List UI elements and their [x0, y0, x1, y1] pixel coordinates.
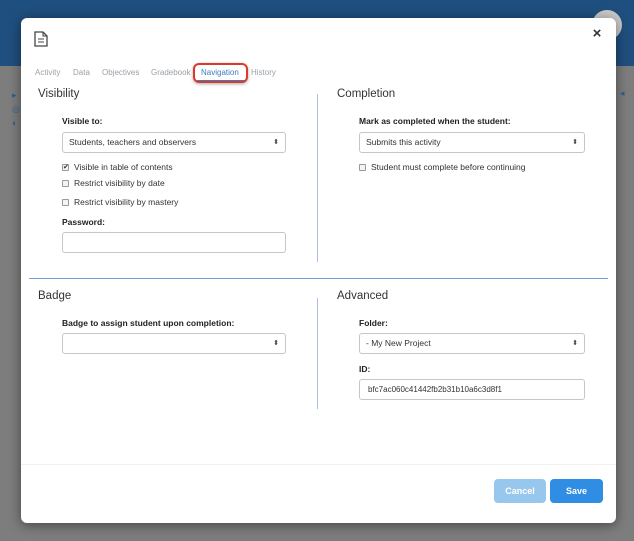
column-divider	[317, 94, 318, 262]
mark-completed-value: Submits this activity	[366, 137, 441, 147]
mark-completed-select[interactable]: Submits this activity ⬍	[359, 132, 585, 153]
close-button[interactable]: ×	[588, 24, 606, 44]
visible-in-toc-label: Visible in table of contents	[74, 162, 173, 172]
visible-to-select[interactable]: Students, teachers and observers ⬍	[62, 132, 286, 153]
activity-settings-modal: × Activity Data Objectives Gradebook Nav…	[21, 18, 616, 523]
section-title-advanced: Advanced	[337, 290, 389, 302]
visible-to-value: Students, teachers and observers	[69, 137, 197, 147]
column-divider	[317, 298, 318, 409]
tab-gradebook[interactable]: Gradebook	[151, 68, 191, 77]
select-arrows-icon: ⬍	[572, 340, 578, 347]
tab-objectives[interactable]: Objectives	[102, 68, 139, 77]
tab-history[interactable]: History	[251, 68, 276, 77]
restrict-by-date-label: Restrict visibility by date	[74, 178, 165, 188]
folder-label: Folder:	[359, 318, 388, 328]
mark-completed-label: Mark as completed when the student:	[359, 116, 511, 126]
close-icon: ×	[592, 25, 602, 42]
background-side-icons: ▸ ◎ ◐	[12, 90, 20, 128]
password-input[interactable]	[62, 232, 286, 253]
badge-assign-label: Badge to assign student upon completion:	[62, 318, 235, 328]
section-title-completion: Completion	[337, 88, 396, 100]
section-title-visibility: Visibility	[38, 88, 80, 100]
must-complete-label: Student must complete before continuing	[371, 162, 526, 172]
visible-to-label: Visible to:	[62, 116, 103, 126]
folder-select[interactable]: - My New Project ⬍	[359, 333, 585, 354]
footer-separator	[21, 464, 616, 465]
folder-value: - My New Project	[366, 338, 431, 348]
restrict-by-mastery-label: Restrict visibility by mastery	[74, 197, 179, 207]
tab-activity[interactable]: Activity	[35, 68, 60, 77]
id-field[interactable]: bfc7ac060c41442fb2b31b10a6c3d8f1	[359, 379, 585, 400]
badge-select[interactable]: ⬍	[62, 333, 286, 354]
cancel-button[interactable]: Cancel	[494, 479, 546, 503]
document-icon	[34, 31, 48, 47]
checkbox-box	[62, 180, 69, 187]
background-chevron-icon: ◂	[620, 88, 625, 98]
save-button[interactable]: Save	[550, 479, 603, 503]
check-icon: ✔	[62, 164, 69, 171]
checkbox-box	[359, 164, 366, 171]
select-arrows-icon: ⬍	[273, 139, 279, 146]
section-divider	[29, 278, 608, 279]
id-label: ID:	[359, 364, 371, 374]
tab-data[interactable]: Data	[73, 68, 90, 77]
tab-highlight-annotation	[193, 63, 248, 83]
select-arrows-icon: ⬍	[572, 139, 578, 146]
checkbox-box	[62, 199, 69, 206]
select-arrows-icon: ⬍	[273, 340, 279, 347]
section-title-badge: Badge	[38, 290, 72, 302]
password-label: Password:	[62, 217, 105, 227]
